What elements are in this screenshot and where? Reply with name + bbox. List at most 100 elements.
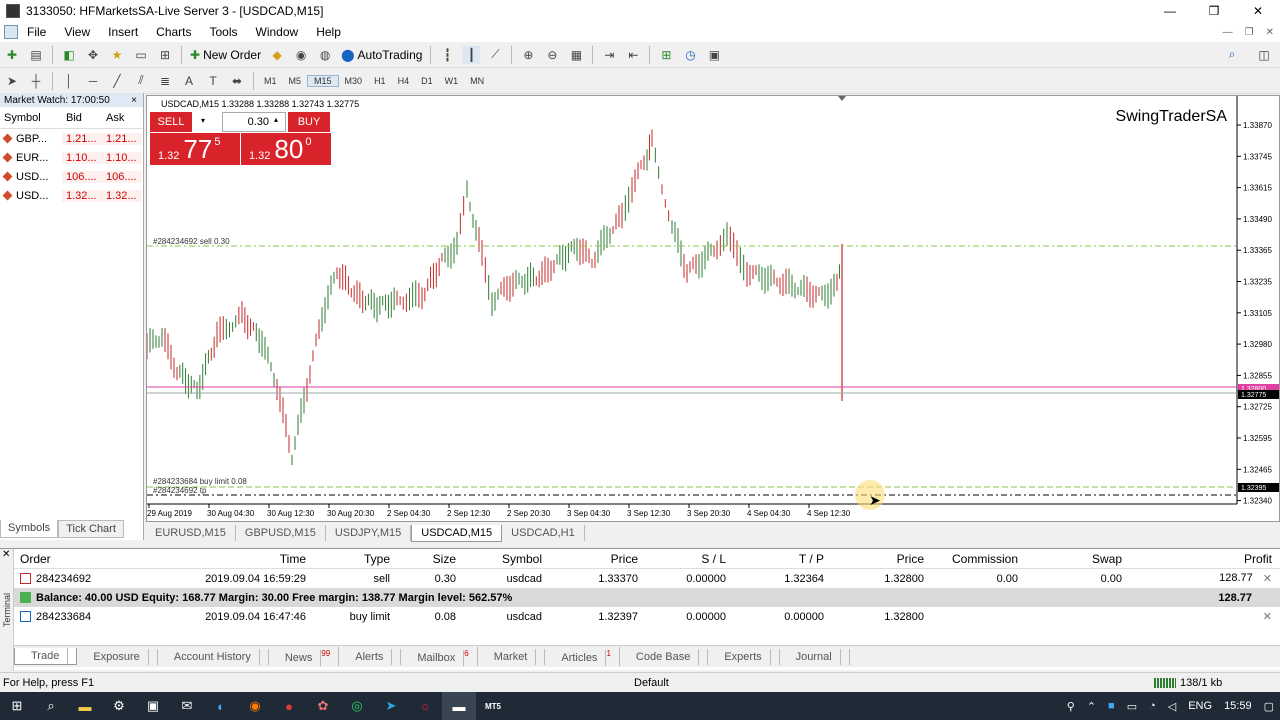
- symbol-column-header[interactable]: Symbol: [0, 112, 62, 124]
- menu-charts[interactable]: Charts: [147, 25, 200, 39]
- col-order[interactable]: Order: [14, 552, 138, 566]
- pending-order-row[interactable]: 284233684 2019.09.04 16:47:46 buy limit …: [14, 607, 1280, 626]
- tray-chevron-icon[interactable]: ⌃: [1081, 700, 1102, 713]
- windows-start-icon[interactable]: ⊞: [0, 692, 34, 720]
- market-icon[interactable]: ◍: [316, 46, 334, 64]
- timeframe-m30[interactable]: M30: [339, 76, 369, 86]
- taskbar-search-icon[interactable]: ⌕: [34, 692, 68, 720]
- timeframe-w1[interactable]: W1: [439, 76, 465, 86]
- line-chart-icon[interactable]: ⟋: [486, 46, 504, 64]
- bid-column-header[interactable]: Bid: [62, 112, 102, 124]
- tab-trade[interactable]: Trade: [14, 648, 78, 665]
- horizontal-line-icon[interactable]: ─: [84, 72, 102, 90]
- volume-icon[interactable]: ◁: [1162, 700, 1182, 713]
- sell-price-display[interactable]: 1.32 77 5: [150, 133, 240, 165]
- tab-market[interactable]: Market: [478, 648, 546, 665]
- restore-button[interactable]: ❐: [1192, 0, 1236, 22]
- menu-view[interactable]: View: [55, 25, 99, 39]
- chart-shift-marker[interactable]: [838, 96, 846, 101]
- trendline-icon[interactable]: ╱: [108, 72, 126, 90]
- tab-account-history[interactable]: Account History: [158, 648, 269, 665]
- menu-insert[interactable]: Insert: [99, 25, 147, 39]
- app-icon-red[interactable]: ✿: [306, 692, 340, 720]
- text-icon[interactable]: A: [180, 72, 198, 90]
- shapes-icon[interactable]: ⬌: [228, 72, 246, 90]
- tab-exposure[interactable]: Exposure: [77, 648, 158, 665]
- new-order-button[interactable]: ✚ New Order: [186, 45, 265, 65]
- timeframe-h4[interactable]: H4: [392, 76, 416, 86]
- zoom-out-icon[interactable]: ⊖: [543, 46, 561, 64]
- terminal-icon[interactable]: ▭: [132, 46, 150, 64]
- minimize-button[interactable]: —: [1148, 0, 1192, 22]
- trade-row[interactable]: 284234692 2019.09.04 16:59:29 sell 0.30 …: [14, 569, 1280, 588]
- edge-icon[interactable]: ◐: [204, 692, 238, 720]
- chart-tab[interactable]: USDCAD,H1: [502, 525, 585, 541]
- timeframe-d1[interactable]: D1: [415, 76, 439, 86]
- chart-tab-active[interactable]: USDCAD,M15: [411, 524, 503, 542]
- label-icon[interactable]: T: [204, 72, 222, 90]
- crosshair-icon[interactable]: ┼: [27, 72, 45, 90]
- auto-scroll-icon[interactable]: ⇥: [600, 46, 618, 64]
- chat-icon[interactable]: ◫: [1255, 46, 1273, 64]
- col-time[interactable]: Time: [138, 552, 308, 566]
- market-watch-icon[interactable]: ◧: [60, 46, 78, 64]
- indicators-icon[interactable]: ⊞: [657, 46, 675, 64]
- menu-help[interactable]: Help: [307, 25, 350, 39]
- tile-windows-icon[interactable]: ▦: [567, 46, 585, 64]
- tab-journal[interactable]: Journal: [780, 648, 850, 665]
- mdi-minimize-button[interactable]: —: [1217, 27, 1239, 38]
- timeframe-h1[interactable]: H1: [368, 76, 392, 86]
- navigator-icon[interactable]: ★: [108, 46, 126, 64]
- market-watch-row[interactable]: EUR... 1.10... 1.10...: [0, 148, 143, 167]
- tab-tick-chart[interactable]: Tick Chart: [58, 520, 124, 538]
- market-watch-close-button[interactable]: ×: [131, 95, 137, 106]
- timeframe-m5[interactable]: M5: [283, 76, 308, 86]
- whatsapp-icon[interactable]: ◎: [340, 692, 374, 720]
- delete-order-icon[interactable]: ✕: [1263, 611, 1272, 623]
- strategy-tester-icon[interactable]: ⊞: [156, 46, 174, 64]
- tab-articles[interactable]: Articles 1: [545, 647, 620, 666]
- col-sl[interactable]: S / L: [644, 552, 740, 566]
- clock[interactable]: 15:59: [1218, 700, 1258, 712]
- chart-tab[interactable]: EURUSD,M15: [146, 525, 236, 541]
- col-swap[interactable]: Swap: [1032, 552, 1128, 566]
- zoom-in-icon[interactable]: ⊕: [519, 46, 537, 64]
- col-type[interactable]: Type: [308, 552, 396, 566]
- tray-app-icon[interactable]: ■: [1102, 700, 1121, 712]
- col-profit[interactable]: Profit: [1128, 552, 1278, 566]
- opera-icon[interactable]: ○: [408, 692, 442, 720]
- signals-icon[interactable]: ◉: [292, 46, 310, 64]
- terminal-close-icon[interactable]: ✕: [2, 549, 10, 560]
- buy-button[interactable]: BUY: [288, 112, 330, 132]
- buy-price-display[interactable]: 1.32 80 0: [241, 133, 331, 165]
- sell-button[interactable]: SELL: [150, 112, 192, 132]
- market-watch-row[interactable]: USD... 106.... 106....: [0, 167, 143, 186]
- new-chart-icon[interactable]: ✚: [3, 46, 21, 64]
- chart-tab[interactable]: USDJPY,M15: [326, 525, 412, 541]
- col-price[interactable]: Price: [548, 552, 644, 566]
- file-explorer-icon[interactable]: ▬: [68, 692, 102, 720]
- video-app-icon[interactable]: ▬: [442, 692, 476, 720]
- mdi-restore-button[interactable]: ❐: [1239, 27, 1260, 38]
- timeframe-m1[interactable]: M1: [258, 76, 283, 86]
- tab-code-base[interactable]: Code Base: [620, 648, 709, 665]
- timeframe-mn[interactable]: MN: [464, 76, 490, 86]
- channel-icon[interactable]: ⫽: [132, 72, 150, 90]
- market-watch-row[interactable]: GBP... 1.21... 1.21...: [0, 129, 143, 148]
- tab-symbols[interactable]: Symbols: [0, 520, 59, 538]
- autotrading-button[interactable]: ⬤ AutoTrading: [337, 45, 426, 65]
- tab-mailbox[interactable]: Mailbox 6: [401, 647, 478, 666]
- mail-icon[interactable]: ✉: [170, 692, 204, 720]
- fibonacci-icon[interactable]: ≣: [156, 72, 174, 90]
- lot-decrease-icon[interactable]: ▾: [201, 116, 205, 125]
- lot-increase-icon[interactable]: ▴: [274, 115, 278, 124]
- bar-chart-icon[interactable]: ┇: [438, 46, 456, 64]
- mt5-icon[interactable]: MT5: [476, 692, 510, 720]
- col-commission[interactable]: Commission: [936, 552, 1032, 566]
- vertical-line-icon[interactable]: │: [60, 72, 78, 90]
- menu-tools[interactable]: Tools: [201, 25, 247, 39]
- market-watch-row[interactable]: USD... 1.32... 1.32...: [0, 186, 143, 205]
- people-icon[interactable]: ⚲: [1061, 700, 1081, 713]
- notifications-icon[interactable]: ▢: [1258, 700, 1280, 713]
- wifi-icon[interactable]: ◔: [1143, 700, 1162, 712]
